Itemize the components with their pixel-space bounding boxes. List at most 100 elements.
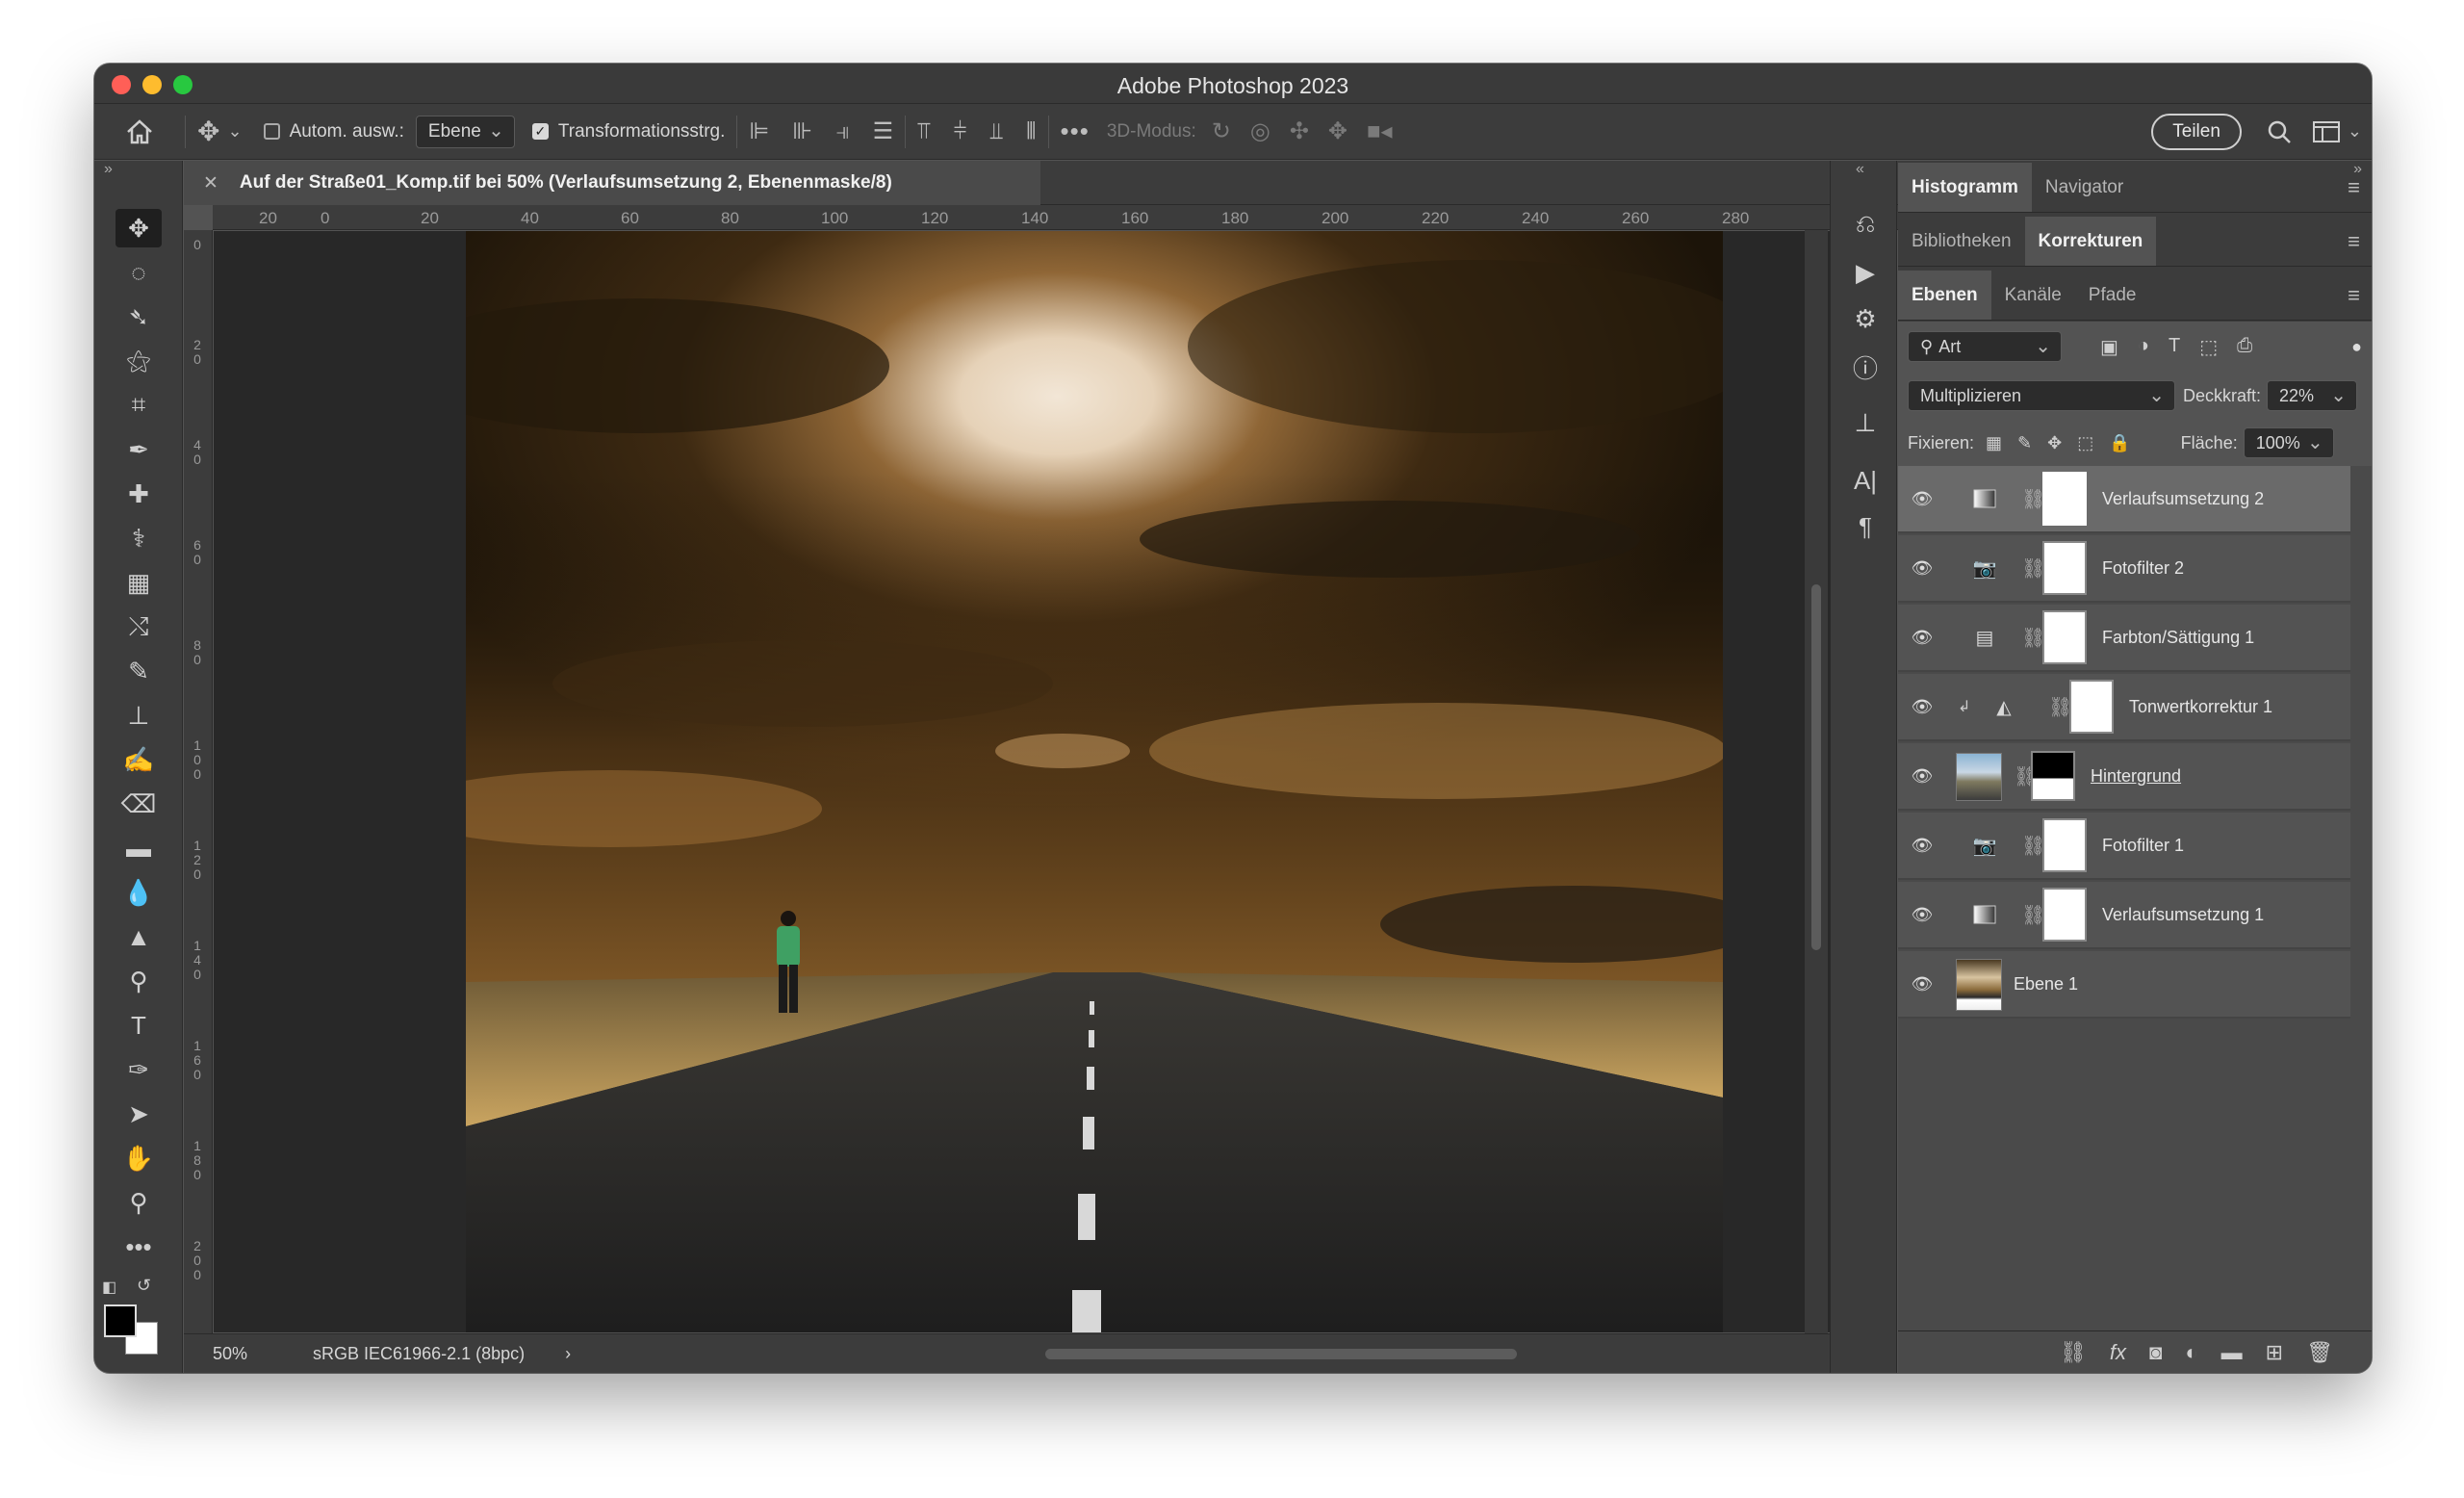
layer-row[interactable]: 👁 ↲ ◭ ⛓ Tonwertkorrektur 1 xyxy=(1898,674,2350,741)
close-document-icon[interactable]: ✕ xyxy=(203,172,218,194)
photo-thumbnail[interactable] xyxy=(1956,959,2002,1011)
3d-orbit-icon[interactable]: ↻ xyxy=(1212,117,1231,145)
layer-row[interactable]: 👁 ⛓ Verlaufsumsetzung 2 xyxy=(1898,466,2350,533)
filter-toggle-icon[interactable]: ● xyxy=(2351,337,2362,357)
pen-tool-icon[interactable]: ✑ xyxy=(116,1050,162,1089)
vertical-scroll-thumb[interactable] xyxy=(1811,584,1821,950)
visibility-eye-icon[interactable]: 👁 xyxy=(1910,489,1935,509)
tab-kanaele[interactable]: Kanäle xyxy=(1991,271,2075,320)
3d-camera-icon[interactable]: ■◂ xyxy=(1367,117,1393,145)
swap-colors-icon[interactable]: ↺ xyxy=(137,1276,151,1296)
visibility-eye-icon[interactable]: 👁 xyxy=(1910,974,1935,994)
lasso-tool-icon[interactable]: ➴ xyxy=(116,297,162,336)
align-left-icon[interactable]: ⊫ xyxy=(749,117,769,145)
add-mask-icon[interactable]: ◙ xyxy=(2149,1340,2162,1365)
search-icon[interactable] xyxy=(2267,119,2292,144)
magic-wand-icon[interactable]: ⚝ xyxy=(116,342,162,380)
layer-mask-thumbnail[interactable] xyxy=(2042,818,2087,872)
layer-mask-thumbnail[interactable] xyxy=(2042,472,2087,526)
paragraph-panel-icon[interactable]: ¶ xyxy=(1848,509,1883,544)
history-panel-icon[interactable]: ⎌ xyxy=(1848,207,1883,242)
new-adjustment-icon[interactable]: ◐ xyxy=(2185,1340,2197,1365)
align-bottom-icon[interactable]: ⫫ xyxy=(989,118,1003,145)
zoom-tool-icon[interactable]: ⚲ xyxy=(116,1183,162,1222)
brush-tool-icon[interactable]: ✎ xyxy=(116,652,162,690)
lock-position-icon[interactable]: ✥ xyxy=(2047,433,2062,453)
tab-ebenen[interactable]: Ebenen xyxy=(1898,271,1991,320)
filter-smart-object-icon[interactable]: ⎙ xyxy=(2237,335,2252,359)
eraser-tool-icon[interactable]: ⌫ xyxy=(116,785,162,823)
lock-pixels-icon[interactable]: ✎ xyxy=(2017,433,2032,453)
blur-tool-icon[interactable]: 💧 xyxy=(116,873,162,912)
layer-mask-thumbnail[interactable] xyxy=(2042,541,2087,595)
status-menu-chevron-icon[interactable]: › xyxy=(565,1344,571,1364)
layer-row[interactable]: 👁 📷 ⛓ Fotofilter 2 xyxy=(1898,535,2350,603)
content-aware-move-icon[interactable]: ⤭ xyxy=(116,607,162,646)
3d-roll-icon[interactable]: ◎ xyxy=(1250,117,1270,145)
move-tool-icon[interactable]: ✥ xyxy=(197,116,219,147)
delete-layer-icon[interactable]: 🗑 xyxy=(2306,1340,2333,1365)
tool-preset-chevron-icon[interactable]: ⌄ xyxy=(227,121,242,142)
crop-tool-icon[interactable]: ⌗ xyxy=(116,386,162,425)
new-group-icon[interactable]: ▬ xyxy=(2221,1340,2243,1365)
share-button[interactable]: Teilen xyxy=(2151,113,2242,150)
sharpen-tool-icon[interactable]: ▲ xyxy=(116,917,162,956)
foreground-color-swatch[interactable] xyxy=(104,1304,137,1337)
filter-pixel-icon[interactable]: ▣ xyxy=(2100,335,2118,359)
align-top-icon[interactable]: ⫪ xyxy=(917,118,931,145)
tab-pfade[interactable]: Pfade xyxy=(2075,271,2150,320)
edit-toolbar-icon[interactable]: ••• xyxy=(116,1227,162,1266)
character-panel-icon[interactable]: A| xyxy=(1848,463,1883,498)
fill-field[interactable]: 100% xyxy=(2243,427,2334,458)
lock-artboard-icon[interactable]: ⬚ xyxy=(2077,433,2093,453)
more-options-icon[interactable]: ••• xyxy=(1061,116,1090,146)
marquee-tool-icon[interactable]: ◌ xyxy=(116,253,162,292)
workspace-icon[interactable] xyxy=(2312,120,2340,142)
visibility-eye-icon[interactable]: 👁 xyxy=(1910,836,1935,856)
layer-row[interactable]: 👁 Ebene 1 xyxy=(1898,951,2350,1019)
new-layer-icon[interactable]: ⊞ xyxy=(2266,1340,2283,1365)
align-middle-v-icon[interactable]: ⫩ xyxy=(954,118,967,145)
visibility-eye-icon[interactable]: 👁 xyxy=(1910,628,1935,648)
lock-transparency-icon[interactable]: ▦ xyxy=(1986,433,2002,453)
zoom-level[interactable]: 50% xyxy=(213,1344,247,1364)
link-layers-icon[interactable]: ⛓ xyxy=(2060,1340,2087,1365)
layer-style-fx-icon[interactable]: fx xyxy=(2110,1340,2126,1365)
align-right-icon[interactable]: ⫣ xyxy=(835,118,849,145)
blend-mode-dropdown[interactable]: Multiplizieren xyxy=(1908,380,2175,411)
hand-tool-icon[interactable]: ✋ xyxy=(116,1139,162,1177)
move-tool-icon[interactable]: ✥ xyxy=(116,209,162,247)
spot-healing-icon[interactable]: ✚ xyxy=(116,475,162,513)
clone-stamp-icon[interactable]: ⊥ xyxy=(116,696,162,735)
distribute-v-icon[interactable]: ⦀ xyxy=(1026,118,1037,145)
panel-menu-icon[interactable]: ≡ xyxy=(2348,175,2360,200)
3d-slide-icon[interactable]: ✥ xyxy=(1328,117,1348,145)
visibility-eye-icon[interactable]: 👁 xyxy=(1910,558,1935,579)
healing-brush-icon[interactable]: ⚕ xyxy=(116,519,162,557)
properties-panel-icon[interactable]: ⚙ xyxy=(1848,301,1883,336)
lock-all-icon[interactable]: 🔒 xyxy=(2109,433,2130,453)
type-tool-icon[interactable]: T xyxy=(116,1006,162,1045)
photo-thumbnail[interactable] xyxy=(1956,753,2002,801)
opacity-field[interactable]: 22% xyxy=(2267,380,2358,411)
auto-select-dropdown[interactable]: Ebene xyxy=(415,115,515,148)
patch-tool-icon[interactable]: ▦ xyxy=(116,563,162,602)
actions-panel-icon[interactable]: ▶ xyxy=(1848,255,1883,290)
document-canvas[interactable] xyxy=(214,231,1896,1332)
3d-pan-icon[interactable]: ✣ xyxy=(1290,117,1309,145)
horizontal-scroll-thumb[interactable] xyxy=(1045,1349,1517,1359)
auto-select-checkbox[interactable] xyxy=(263,123,280,140)
history-brush-icon[interactable]: ✍ xyxy=(116,740,162,779)
canvas-vertical-scrollbar[interactable] xyxy=(1805,230,1828,1333)
layer-row[interactable]: 👁 📷 ⛓ Fotofilter 1 xyxy=(1898,813,2350,880)
panel-menu-icon[interactable]: ≡ xyxy=(2348,229,2360,254)
layer-mask-thumbnail[interactable] xyxy=(2042,610,2087,664)
layer-mask-thumbnail[interactable] xyxy=(2069,680,2114,734)
visibility-eye-icon[interactable]: 👁 xyxy=(1910,697,1935,717)
document-tab[interactable]: ✕ Auf der Straße01_Komp.tif bei 50% (Ver… xyxy=(184,161,1040,205)
layer-kind-filter[interactable]: ⚲ Art xyxy=(1908,331,2062,362)
eyedropper-tool-icon[interactable]: ✒ xyxy=(116,430,162,469)
info-panel-icon[interactable]: ⓘ xyxy=(1848,349,1883,384)
filter-shape-icon[interactable]: ⬚ xyxy=(2199,335,2218,359)
layer-mask-thumbnail[interactable] xyxy=(2042,888,2087,942)
